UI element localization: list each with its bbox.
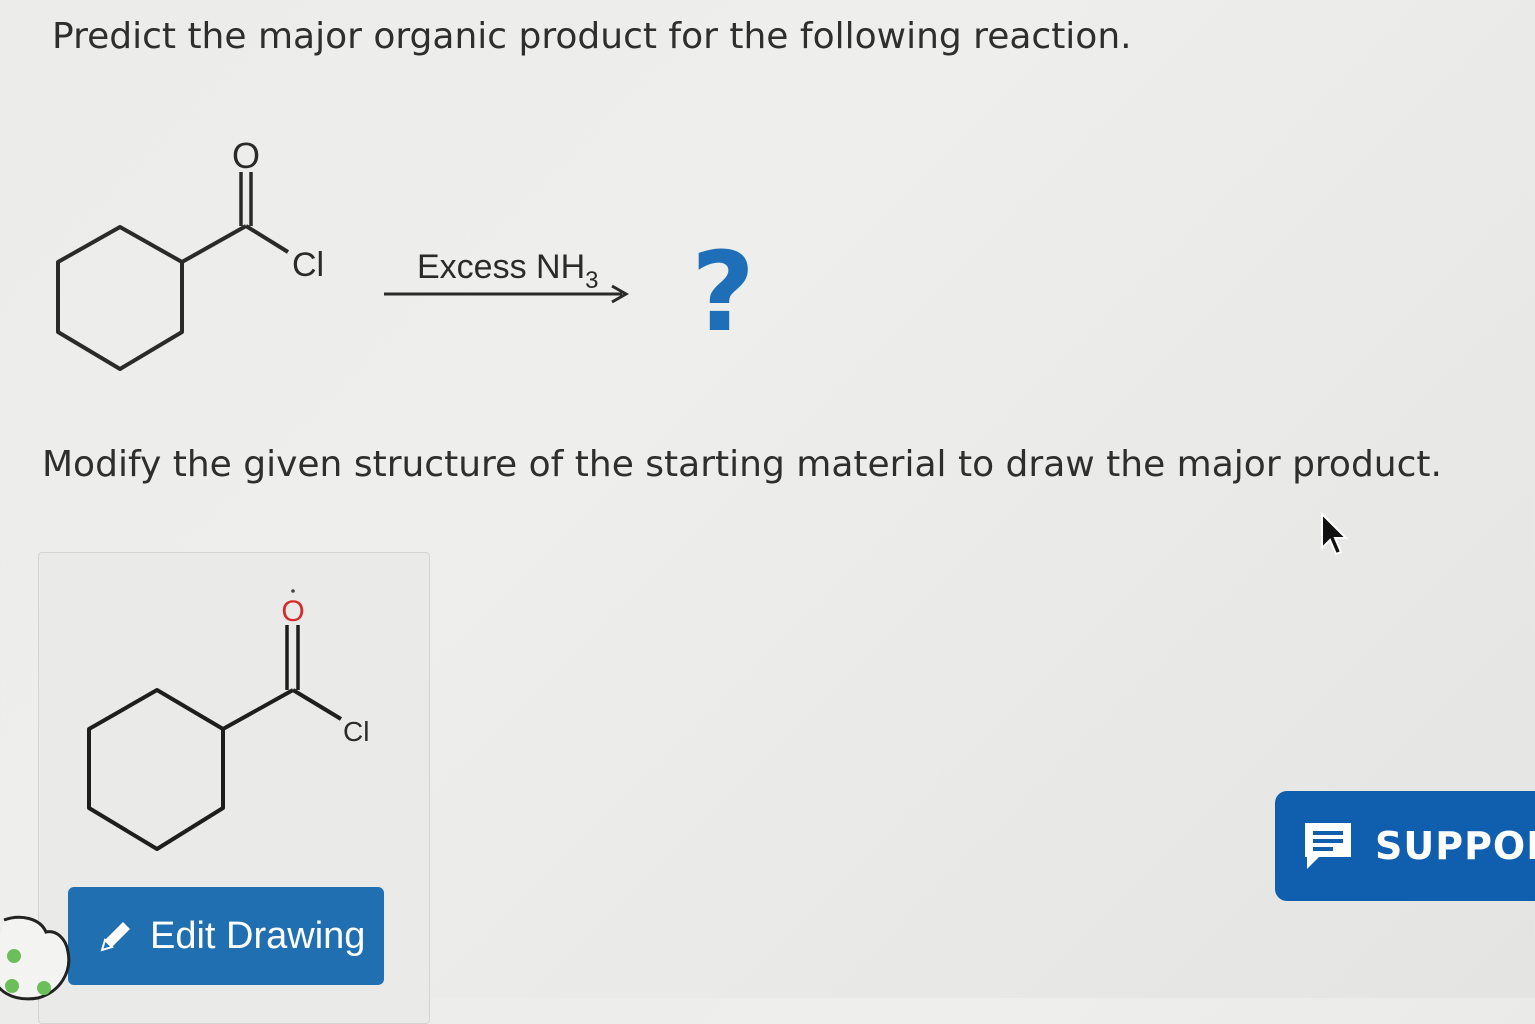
edit-drawing-button[interactable]: Edit Drawing — [68, 887, 384, 985]
drawing-cyclohexane-ring — [87, 688, 225, 851]
reaction-scheme: O Cl Excess NH3 ? — [56, 135, 755, 371]
reagent-subscript: 3 — [585, 267, 598, 294]
drawing-chlorine-label: Cl — [343, 716, 369, 747]
instruction-text: Modify the given structure of the starti… — [42, 444, 1442, 485]
product-placeholder: ? — [691, 228, 755, 356]
mouse-pointer-icon — [1321, 512, 1349, 556]
drawing-oxygen-lone-pair — [291, 589, 295, 593]
support-button[interactable]: SUPPOR — [1275, 791, 1535, 901]
drawing-oxygen-label: O — [281, 595, 304, 628]
chat-icon — [1305, 823, 1351, 869]
pencil-icon — [100, 922, 130, 952]
edit-drawing-label: Edit Drawing — [150, 914, 366, 957]
drawing-structure: O Cl — [87, 589, 369, 851]
support-label: SUPPOR — [1375, 824, 1535, 868]
drawing-ring-carbonyl-bond — [222, 688, 294, 731]
reagent-main: Excess NH — [417, 248, 585, 286]
reactant-chlorine-label: Cl — [292, 246, 324, 284]
drawing-c-cl-bond — [291, 688, 343, 721]
question-title: Predict the major organic product for th… — [52, 16, 1132, 57]
cookie-icon[interactable] — [0, 912, 80, 1002]
reactant-oxygen-label: O — [232, 135, 260, 176]
reactant-ring-carbonyl-bond — [181, 224, 247, 264]
reactant-cyclohexane-ring — [56, 225, 184, 371]
reactant-c-cl-bond — [244, 224, 290, 254]
reagent-label: Excess NH3 — [417, 248, 599, 294]
